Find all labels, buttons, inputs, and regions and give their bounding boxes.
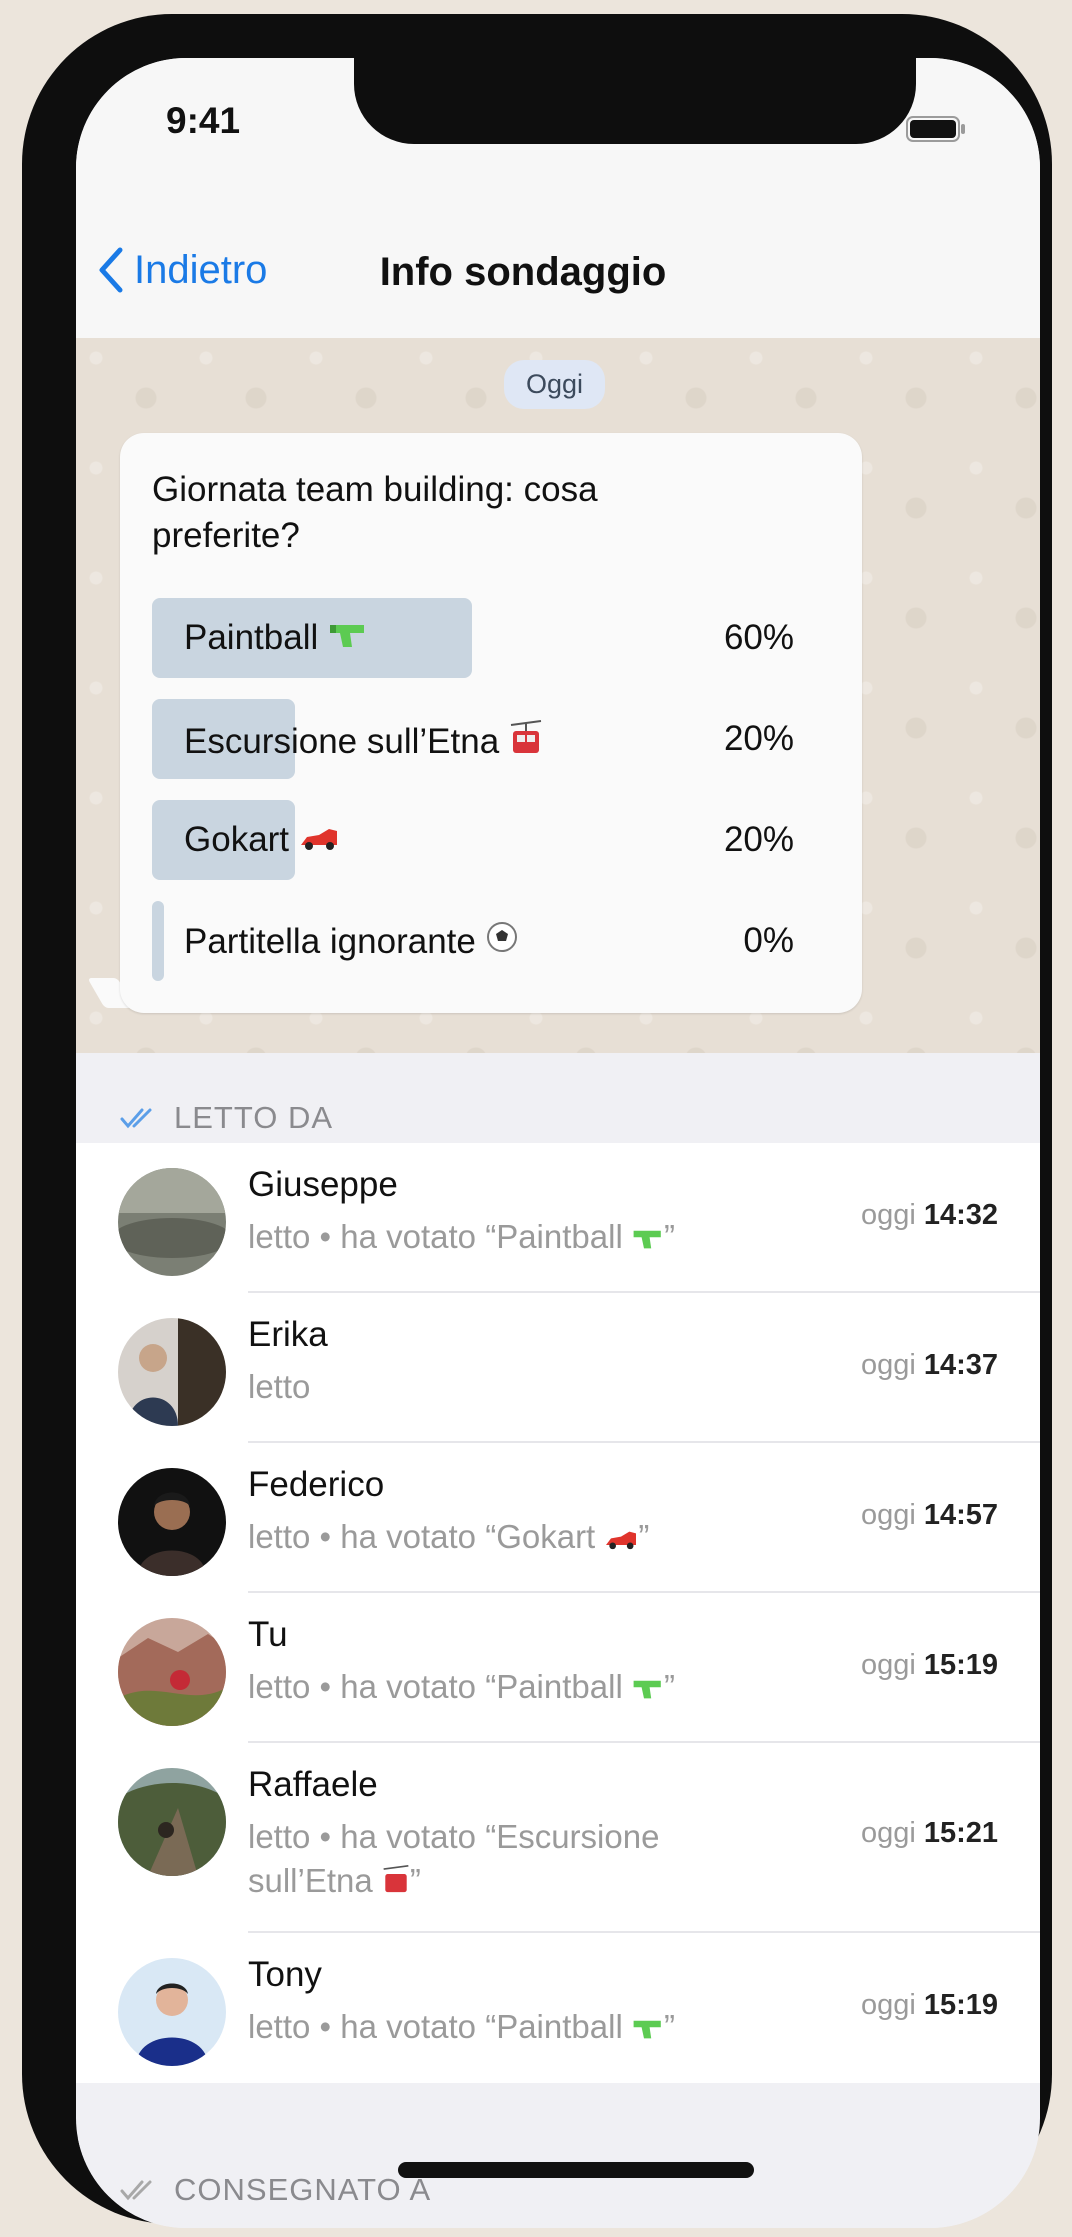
read-by-title: LETTO DA (174, 1100, 334, 1135)
poll-option-label: Gokart (184, 820, 290, 859)
double-check-icon (120, 1108, 152, 1129)
poll-option-label: Partitella ignorante (184, 921, 476, 961)
list-item[interactable]: Giuseppe letto • ha votato “Paintball ” … (76, 1143, 1040, 1293)
avatar (118, 1768, 226, 1876)
date-pill: Oggi (504, 360, 606, 409)
soccer-ball-icon (486, 921, 518, 962)
reader-name: Tony (248, 1955, 322, 1994)
water-pistol-icon (632, 1217, 664, 1261)
water-pistol-icon (328, 618, 368, 658)
poll-option[interactable]: Partitella ignorante 0% (152, 901, 828, 981)
reader-name: Giuseppe (248, 1165, 398, 1204)
reader-status: letto • ha votato “Escursione sull’Etna … (248, 1815, 778, 1905)
poll-option[interactable]: Gokart 20% (152, 800, 828, 880)
read-timestamp: oggi 15:19 (861, 1649, 998, 1681)
battery-icon (906, 116, 965, 142)
list-item[interactable]: Erika letto oggi 14:37 (76, 1293, 1040, 1443)
reader-status: letto • ha votato “Paintball ” (248, 1215, 778, 1261)
read-timestamp: oggi 14:57 (861, 1499, 998, 1531)
poll-option-percent: 20% (723, 719, 794, 758)
read-timestamp: oggi 14:32 (861, 1199, 998, 1231)
double-check-icon (120, 2180, 152, 2201)
reader-name: Raffaele (248, 1765, 378, 1804)
reader-status: letto • ha votato “Paintball ” (248, 1665, 778, 1711)
page-title: Info sondaggio (379, 250, 667, 294)
poll-option-percent: 60% (723, 618, 794, 657)
poll-option-label: Escursione sull’Etna (184, 721, 500, 761)
phone-frame: 9:41 Indietro Info sondaggio Oggi Giorna… (22, 14, 1052, 2228)
poll-option[interactable]: Escursione sull’Etna 20% (152, 699, 828, 779)
water-pistol-icon (632, 2007, 664, 2051)
read-by-header: LETTO DA (76, 1053, 1040, 1148)
list-item[interactable]: Tu letto • ha votato “Paintball ” oggi 15… (76, 1593, 1040, 1743)
poll-bubble[interactable]: Giornata team building: cosa preferite? … (120, 433, 862, 1013)
reader-status: letto • ha votato “Gokart ” (248, 1515, 778, 1561)
home-indicator[interactable] (398, 2162, 754, 2178)
readers-list: Giuseppe letto • ha votato “Paintball ” … (76, 1143, 1040, 2083)
cable-car-icon (382, 1861, 410, 1905)
avatar (118, 1168, 226, 1276)
delivered-to-title: CONSEGNATO A (174, 2172, 432, 2207)
cable-car-icon (509, 719, 543, 764)
chat-background: Oggi Giornata team building: cosa prefer… (76, 338, 1040, 1053)
reader-name: Federico (248, 1465, 385, 1504)
poll-option-percent: 0% (743, 921, 794, 960)
avatar (118, 1618, 226, 1726)
reader-name: Erika (248, 1315, 328, 1354)
poll-option[interactable]: Paintball 60% (152, 598, 828, 678)
list-item[interactable]: Tony letto • ha votato “Paintball ” oggi… (76, 1933, 1040, 2083)
avatar (118, 1468, 226, 1576)
screen: 9:41 Indietro Info sondaggio Oggi Giorna… (76, 58, 1040, 2228)
read-timestamp: oggi 14:37 (861, 1349, 998, 1381)
racing-car-icon (299, 820, 339, 860)
navigation-bar: Indietro Info sondaggio (76, 208, 1040, 339)
reader-status: letto • ha votato “Paintball ” (248, 2005, 778, 2051)
delivered-to-header: CONSEGNATO A (76, 2138, 1040, 2228)
list-item[interactable]: Raffaele letto • ha votato “Escursione s… (76, 1743, 1040, 1933)
notch (354, 58, 916, 144)
poll-option-label: Paintball (184, 618, 319, 657)
avatar (118, 1958, 226, 2066)
avatar (118, 1318, 226, 1426)
reader-name: Tu (248, 1615, 288, 1654)
poll-option-percent: 20% (723, 820, 794, 859)
list-item[interactable]: Federico letto • ha votato “Gokart ” ogg… (76, 1443, 1040, 1593)
poll-question: Giornata team building: cosa preferite? (152, 470, 598, 555)
reader-status: letto (248, 1368, 311, 1405)
water-pistol-icon (632, 1667, 664, 1711)
status-time: 9:41 (166, 100, 241, 141)
read-timestamp: oggi 15:19 (861, 1989, 998, 2021)
poll-option-bar (152, 901, 164, 981)
read-timestamp: oggi 15:21 (861, 1817, 998, 1849)
racing-car-icon (604, 1517, 638, 1561)
